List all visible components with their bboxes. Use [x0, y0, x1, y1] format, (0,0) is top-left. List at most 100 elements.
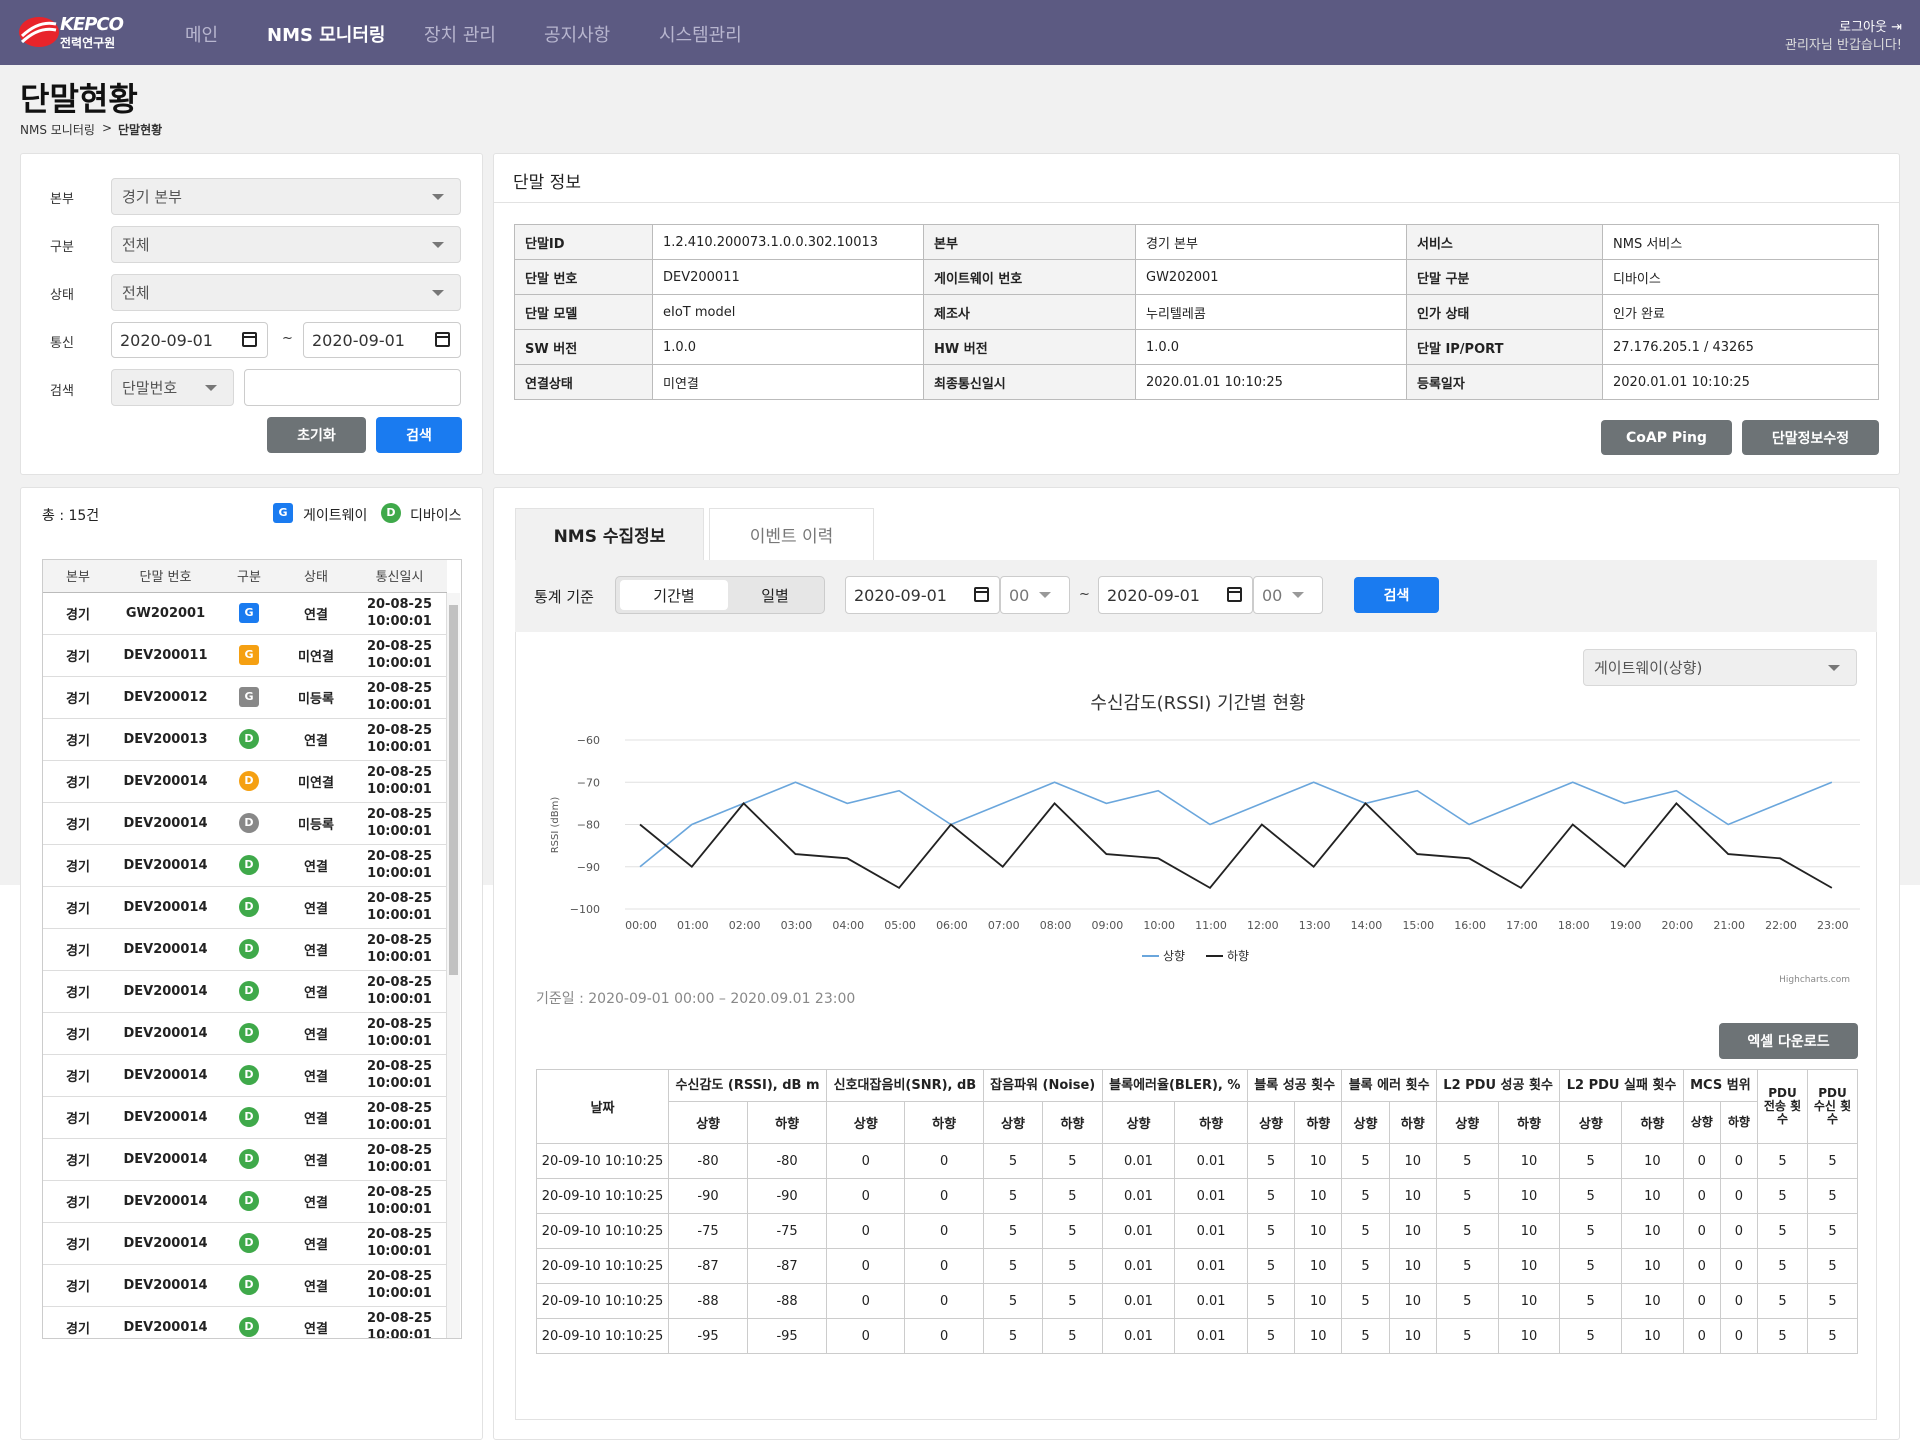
stat-col-down[interactable]: 하향 — [1042, 1101, 1103, 1144]
table-row[interactable]: 경기 DEV200014 D 연결 20-08-25 10:00:01 — [43, 1306, 447, 1338]
stat-col-down[interactable]: 하향 — [747, 1101, 828, 1144]
table-row[interactable]: 경기 DEV200014 D 연결 20-08-25 10:00:01 — [43, 1264, 447, 1307]
stat-col-down[interactable]: 하향 — [904, 1101, 984, 1144]
stat-col-group[interactable]: 잡음파워 (Noise) — [982, 1069, 1103, 1102]
col-comm-time[interactable]: 통신일시 — [352, 560, 447, 593]
row-comm-clock: 10:00:01 — [367, 1034, 432, 1049]
table-row[interactable]: 경기 DEV200014 D 연결 20-08-25 10:00:01 — [43, 970, 447, 1013]
stat-col-group[interactable]: MCS 범위 — [1682, 1069, 1759, 1102]
stat-col-down[interactable]: 하향 — [1174, 1101, 1248, 1144]
stat-col-group[interactable]: PDU 수신 횟수 — [1807, 1069, 1858, 1144]
nav-system-management[interactable]: 시스템관리 — [659, 21, 742, 47]
stat-col-up[interactable]: 상향 — [826, 1101, 906, 1144]
col-status[interactable]: 상태 — [280, 560, 352, 593]
col-device-no[interactable]: 단말 번호 — [113, 560, 218, 593]
stat-col-up[interactable]: 상향 — [1435, 1101, 1499, 1144]
search-field-select[interactable]: 단말번호 — [111, 369, 234, 406]
stat-col-group[interactable]: 블록에러율(BLER), % — [1101, 1069, 1248, 1102]
row-comm-clock: 10:00:01 — [367, 1160, 432, 1175]
stat-value: 0.01 — [1101, 1318, 1176, 1354]
segment-period[interactable]: 기간별 — [620, 580, 728, 610]
coap-ping-button[interactable]: CoAP Ping — [1601, 420, 1732, 455]
stat-col-group[interactable]: 블록 성공 횟수 — [1246, 1069, 1343, 1102]
breadcrumb-parent[interactable]: NMS 모니터링 — [20, 121, 95, 138]
logout-link[interactable]: 로그아웃 ⇥ — [1839, 16, 1902, 35]
stat-col-down[interactable]: 하향 — [1294, 1101, 1343, 1144]
nms-search-button[interactable]: 검색 — [1354, 577, 1439, 613]
stat-col-group[interactable]: 신호대잡음비(SNR), dB — [826, 1069, 984, 1102]
table-row[interactable]: 경기 DEV200014 D 연결 20-08-25 10:00:01 — [43, 1222, 447, 1265]
comm-date-to[interactable]: 2020-09-01 — [303, 322, 461, 358]
table-row[interactable]: 경기 DEV200014 D 연결 20-08-25 10:00:01 — [43, 1012, 447, 1055]
table-row[interactable]: 경기 DEV200014 D 미등록 20-08-25 10:00:01 — [43, 802, 447, 845]
nav-device-management[interactable]: 장치 관리 — [424, 21, 496, 47]
col-type[interactable]: 구분 — [218, 560, 280, 593]
stat-col-up[interactable]: 상향 — [982, 1101, 1044, 1144]
table-row[interactable]: 경기 DEV200014 D 연결 20-08-25 10:00:01 — [43, 928, 447, 971]
table-row[interactable]: 경기 DEV200012 G 미등록 20-08-25 10:00:01 — [43, 676, 447, 719]
stat-col-up[interactable]: 상향 — [1101, 1101, 1176, 1144]
search-button[interactable]: 검색 — [376, 417, 462, 453]
stat-col-up[interactable]: 상향 — [1341, 1101, 1390, 1144]
stat-value: 0 — [904, 1318, 984, 1354]
table-row[interactable]: 경기 GW202001 G 연결 20-08-25 10:00:01 — [43, 592, 447, 635]
calendar-icon[interactable] — [242, 332, 257, 347]
stat-col-down[interactable]: 하향 — [1621, 1101, 1684, 1144]
stat-col-up[interactable]: 상향 — [1246, 1101, 1296, 1144]
table-row[interactable]: 경기 DEV200013 D 연결 20-08-25 10:00:01 — [43, 718, 447, 761]
edit-device-button[interactable]: 단말정보수정 — [1742, 420, 1879, 455]
device-table-scrollbar[interactable] — [446, 593, 460, 1338]
stat-col-up[interactable]: 상향 — [667, 1101, 749, 1144]
table-row[interactable]: 경기 DEV200014 D 연결 20-08-25 10:00:01 — [43, 844, 447, 887]
table-row[interactable]: 경기 DEV200014 D 연결 20-08-25 10:00:01 — [43, 1138, 447, 1181]
nav-nms-monitoring[interactable]: NMS 모니터링 — [267, 21, 385, 47]
stat-col-down[interactable]: 하향 — [1388, 1101, 1437, 1144]
table-row[interactable]: 경기 DEV200011 G 미연결 20-08-25 10:00:01 — [43, 634, 447, 677]
stat-col-date[interactable]: 날짜 — [536, 1069, 669, 1144]
stat-col-up[interactable]: 상향 — [1682, 1101, 1721, 1144]
table-row[interactable]: 경기 DEV200014 D 연결 20-08-25 10:00:01 — [43, 1096, 447, 1139]
table-row[interactable]: 경기 DEV200014 D 연결 20-08-25 10:00:01 — [43, 1054, 447, 1097]
tab-nms-collection[interactable]: NMS 수집정보 — [515, 508, 704, 560]
series-line-down[interactable] — [639, 802, 1833, 890]
reset-button[interactable]: 초기화 — [267, 417, 366, 453]
calendar-icon[interactable] — [974, 587, 989, 602]
chart-credit[interactable]: Highcharts.com — [1779, 975, 1850, 985]
type-select[interactable]: 전체 — [111, 226, 461, 263]
legend-up-label[interactable]: 상향 — [1163, 949, 1185, 963]
search-input[interactable] — [244, 369, 461, 406]
table-row[interactable]: 경기 DEV200014 D 연결 20-08-25 10:00:01 — [43, 886, 447, 929]
scrollbar-thumb[interactable] — [449, 605, 458, 975]
tab-event-history[interactable]: 이벤트 이력 — [709, 508, 874, 560]
nms-hour-from[interactable]: 00 — [1000, 576, 1070, 614]
stat-col-group[interactable]: L2 PDU 실패 횟수 — [1559, 1069, 1684, 1102]
nms-hour-to[interactable]: 00 — [1253, 576, 1323, 614]
stat-col-down[interactable]: 하향 — [1719, 1101, 1759, 1144]
nms-date-to[interactable]: 2020-09-01 — [1098, 576, 1253, 614]
nms-date-from[interactable]: 2020-09-01 — [845, 576, 1000, 614]
comm-date-from[interactable]: 2020-09-01 — [111, 322, 268, 358]
stat-col-up[interactable]: 상향 — [1559, 1101, 1623, 1144]
nav-notice[interactable]: 공지사항 — [544, 21, 610, 47]
stat-col-group[interactable]: L2 PDU 성공 횟수 — [1435, 1069, 1561, 1102]
logo-text: KEPCO — [60, 14, 124, 35]
status-select[interactable]: 전체 — [111, 274, 461, 311]
kepco-logo-icon[interactable] — [18, 14, 60, 50]
legend-down-label[interactable]: 하향 — [1227, 949, 1249, 963]
col-hq[interactable]: 본부 — [43, 560, 113, 593]
table-row[interactable]: 경기 DEV200014 D 연결 20-08-25 10:00:01 — [43, 1180, 447, 1223]
row-comm-time: 20-08-25 10:00:01 — [352, 634, 447, 677]
stat-col-down[interactable]: 하향 — [1497, 1101, 1561, 1144]
hq-select[interactable]: 경기 본부 — [111, 178, 461, 215]
table-row[interactable]: 경기 DEV200014 D 미연결 20-08-25 10:00:01 — [43, 760, 447, 803]
stat-col-group[interactable]: 블록 에러 횟수 — [1341, 1069, 1437, 1102]
chart-series-select[interactable]: 게이트웨이(상향) — [1583, 649, 1857, 686]
stat-col-group[interactable]: 수신감도 (RSSI), dB m — [667, 1069, 828, 1102]
calendar-icon[interactable] — [435, 332, 450, 347]
segment-daily[interactable]: 일별 — [730, 580, 820, 610]
stat-col-group[interactable]: PDU 전송 횟수 — [1757, 1069, 1808, 1144]
excel-download-button[interactable]: 엑셀 다운로드 — [1719, 1023, 1858, 1059]
info-value: 1.0.0 — [1135, 329, 1407, 365]
calendar-icon[interactable] — [1227, 587, 1242, 602]
nav-main[interactable]: 메인 — [185, 21, 218, 47]
